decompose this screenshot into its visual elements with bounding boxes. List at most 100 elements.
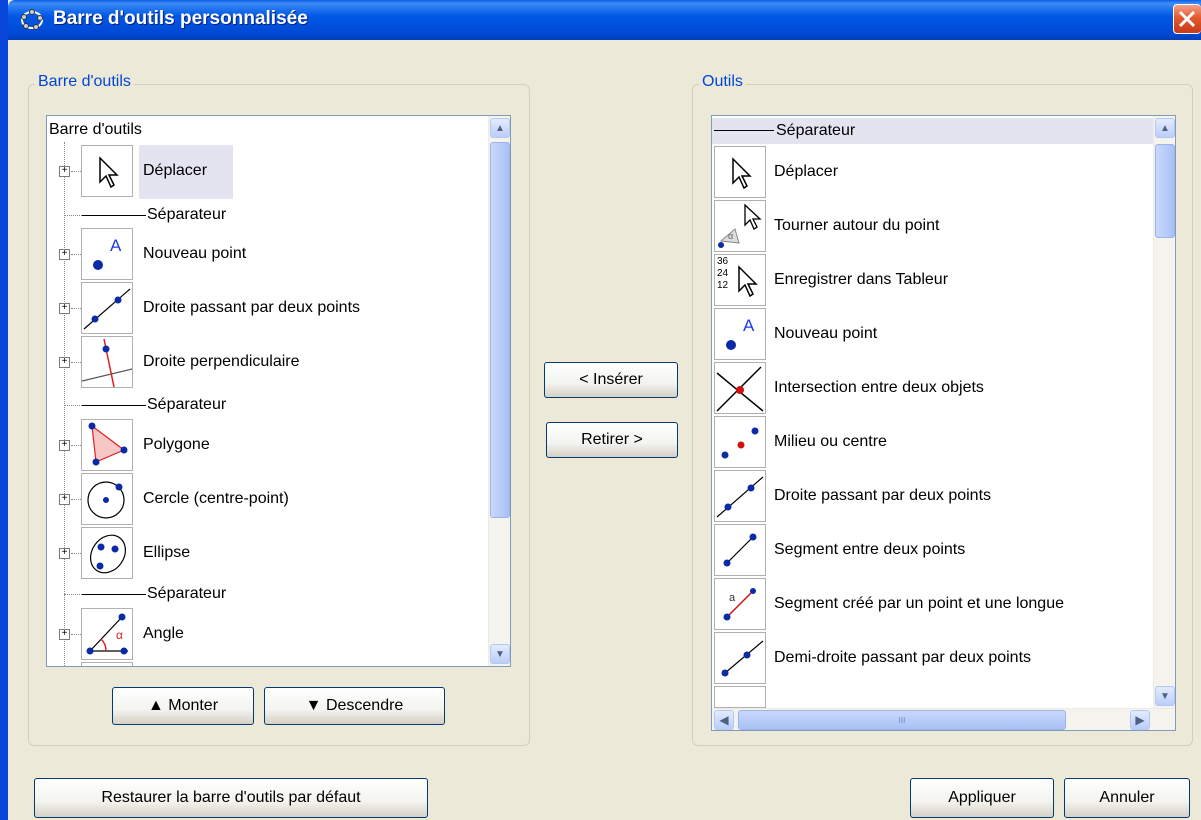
- tools-item-label: Milieu ou centre: [774, 433, 887, 450]
- segment-icon: [714, 524, 766, 576]
- tools-item-label: Enregistrer dans Tableur: [774, 271, 949, 288]
- tools-item-label: Intersection entre deux objets: [774, 379, 984, 396]
- tools-item-label: Séparateur: [776, 122, 856, 139]
- tree-root-label: Barre d'outils: [49, 121, 142, 138]
- tools-item-midpoint[interactable]: Milieu ou centre: [712, 416, 1153, 470]
- tree-item-label: Séparateur: [147, 206, 227, 223]
- tools-list-vscrollbar[interactable]: ▲ ▼: [1153, 116, 1175, 708]
- tools-item-label: Déplacer: [774, 163, 839, 180]
- thumb-grip: III: [898, 715, 906, 725]
- scroll-right-button[interactable]: ▶: [1130, 710, 1150, 730]
- expand-icon[interactable]: +: [59, 494, 70, 505]
- tools-item-record-spreadsheet[interactable]: 36 24 12 Enregistrer dans Tableur: [712, 254, 1153, 308]
- move-arrow-icon: [81, 145, 133, 197]
- tree-item-circle[interactable]: + Cercle (centre-point): [47, 473, 407, 527]
- intersection-icon: [714, 362, 766, 414]
- expand-icon[interactable]: +: [59, 440, 70, 451]
- tools-item-separator[interactable]: Séparateur: [712, 118, 1153, 144]
- partially-visible-icon: [81, 662, 133, 666]
- ellipse-icon: [81, 527, 133, 579]
- expand-icon[interactable]: +: [59, 166, 70, 177]
- tree-item-label: Droite passant par deux points: [143, 299, 361, 316]
- insert-button[interactable]: < Insérer: [544, 362, 678, 398]
- tools-item-move[interactable]: Déplacer: [712, 146, 1153, 200]
- circle-center-point-icon: [81, 473, 133, 525]
- toolbar-tree-scrollbar[interactable]: ▲ ▼: [488, 116, 510, 666]
- title-bar[interactable]: Barre d'outils personnalisée: [8, 0, 1201, 40]
- angle-icon: α: [81, 608, 133, 660]
- close-button[interactable]: [1173, 4, 1201, 34]
- scroll-thumb[interactable]: [1155, 144, 1175, 238]
- tree-item-separator[interactable]: Séparateur: [47, 204, 287, 226]
- toolbar-tree[interactable]: Barre d'outils + Déplacer Séparateur + A…: [46, 115, 511, 667]
- apply-button[interactable]: Appliquer: [910, 778, 1054, 818]
- tools-item-ray[interactable]: Demi-droite passant par deux points: [712, 632, 1153, 686]
- cancel-button[interactable]: Annuler: [1064, 778, 1190, 818]
- tree-item-move[interactable]: + Déplacer: [47, 145, 237, 199]
- tree-item-ellipse[interactable]: + Ellipse: [47, 527, 347, 581]
- tools-item-label: Nouveau point: [774, 325, 878, 342]
- rotate-around-point-icon: α: [714, 200, 766, 252]
- tree-item-polygon[interactable]: + Polygone: [47, 419, 347, 473]
- expand-icon[interactable]: +: [59, 629, 70, 640]
- scroll-down-button[interactable]: ▼: [490, 644, 510, 664]
- record-to-spreadsheet-icon: 36 24 12: [714, 254, 766, 306]
- expand-icon[interactable]: +: [59, 548, 70, 559]
- expand-icon[interactable]: +: [59, 249, 70, 260]
- scroll-down-button[interactable]: ▼: [1155, 686, 1175, 706]
- remove-button[interactable]: Retirer >: [546, 422, 678, 458]
- move-up-button[interactable]: ▲ Monter: [112, 687, 254, 725]
- tools-item-intersection[interactable]: Intersection entre deux objets: [712, 362, 1153, 416]
- move-arrow-icon: [714, 146, 766, 198]
- tools-item-label: Segment créé par un point et une longue: [774, 595, 1064, 612]
- expand-icon[interactable]: +: [59, 357, 70, 368]
- tools-item-label: Segment entre deux points: [774, 541, 966, 558]
- tree-item-angle[interactable]: + α Angle: [47, 608, 347, 662]
- tree-item-label: Cercle (centre-point): [143, 490, 289, 507]
- tools-item-line[interactable]: Droite passant par deux points: [712, 470, 1153, 524]
- svg-text:A: A: [110, 236, 122, 255]
- midpoint-icon: [714, 416, 766, 468]
- tree-item-label: Polygone: [143, 436, 210, 453]
- tree-item-new-point[interactable]: + A Nouveau point: [47, 228, 347, 282]
- tree-item-line[interactable]: + Droite passant par deux points: [47, 282, 447, 336]
- partially-visible-icon: [714, 686, 766, 708]
- ray-icon: [714, 632, 766, 684]
- tree-item-label: Droite perpendiculaire: [143, 353, 300, 370]
- h-scroll-thumb[interactable]: III: [738, 710, 1066, 730]
- polygon-icon: [81, 419, 133, 471]
- restore-default-button[interactable]: Restaurer la barre d'outils par défaut: [34, 778, 428, 818]
- window-title: Barre d'outils personnalisée: [53, 8, 308, 29]
- tools-item-label: Demi-droite passant par deux points: [774, 649, 1032, 666]
- segment-fixed-length-icon: a: [714, 578, 766, 630]
- scroll-up-button[interactable]: ▲: [1155, 118, 1175, 138]
- close-icon: [1178, 10, 1196, 28]
- tree-item-perpendicular[interactable]: + Droite perpendiculaire: [47, 336, 447, 390]
- tools-list-hscrollbar[interactable]: ◀ III ▶: [712, 708, 1175, 730]
- geogebra-app-icon: [21, 9, 43, 30]
- tree-item-label: Déplacer: [143, 162, 208, 179]
- scroll-thumb[interactable]: [490, 142, 510, 518]
- tree-item-separator[interactable]: Séparateur: [47, 583, 287, 605]
- tools-group-legend: Outils: [699, 73, 746, 91]
- tools-list[interactable]: Séparateur Déplacer α Tourner autour du …: [711, 115, 1176, 731]
- scroll-left-button[interactable]: ◀: [714, 710, 734, 730]
- svg-text:A: A: [743, 316, 755, 335]
- scroll-up-button[interactable]: ▲: [490, 118, 510, 138]
- svg-text:a: a: [729, 592, 736, 604]
- tools-item-segment-length[interactable]: a Segment créé par un point et une longu…: [712, 578, 1153, 632]
- tools-item-label: Droite passant par deux points: [774, 487, 992, 504]
- move-down-button[interactable]: ▼ Descendre: [264, 687, 445, 725]
- tree-item-label: Ellipse: [143, 544, 191, 561]
- tools-item-rotate[interactable]: α Tourner autour du point: [712, 200, 1153, 254]
- window-left-border: [0, 0, 8, 820]
- expand-icon[interactable]: +: [59, 303, 70, 314]
- svg-text:α: α: [728, 231, 733, 241]
- tools-item-label: Tourner autour du point: [774, 217, 940, 234]
- tree-item-separator[interactable]: Séparateur: [47, 394, 287, 416]
- tree-item-label: Séparateur: [147, 585, 227, 602]
- tools-item-segment[interactable]: Segment entre deux points: [712, 524, 1153, 578]
- tree-item-label: Nouveau point: [143, 245, 247, 262]
- tools-item-new-point[interactable]: A Nouveau point: [712, 308, 1153, 362]
- perpendicular-line-icon: [81, 336, 133, 388]
